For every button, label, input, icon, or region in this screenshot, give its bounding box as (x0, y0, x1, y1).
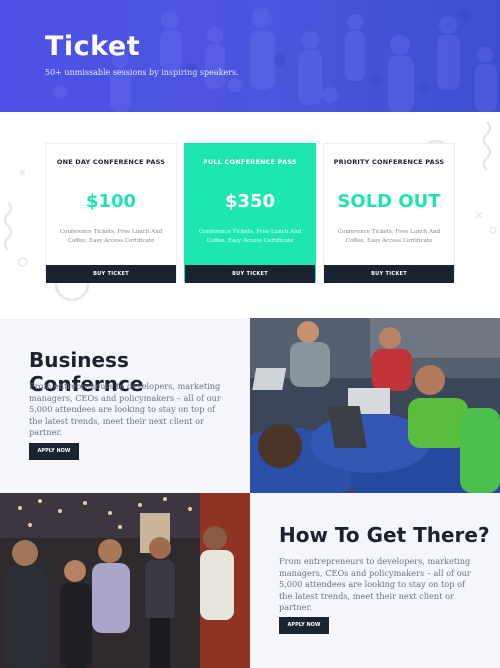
conference-attendees-photo (250, 318, 500, 493)
apply-now-button[interactable]: APPLY NOW (29, 443, 79, 460)
pricing-card-priority: PRIORITY CONFERENCE PASS SOLD OUT Confer… (323, 143, 455, 283)
buy-ticket-button[interactable]: BUY TICKET (46, 265, 176, 283)
card-description: Conference Tickets, Free Lunch And Coffe… (337, 229, 441, 244)
pricing-card-one-day: ONE DAY CONFERENCE PASS $100 Conference … (45, 143, 177, 283)
page-subtitle: 50+ unmissable sessions by inspiring spe… (45, 68, 239, 77)
card-title: ONE DAY CONFERENCE PASS (56, 158, 166, 166)
card-title: PRIORITY CONFERENCE PASS (333, 158, 445, 166)
how-to-get-there-section: How To Get There? From entrepreneurs to … (250, 493, 500, 668)
buy-ticket-button[interactable]: BUY TICKET (185, 265, 315, 283)
section-text: From entrepreneurs to developers, market… (29, 381, 221, 437)
pricing-card-full: FULL CONFERENCE PASS $350 Conference Tic… (184, 143, 316, 283)
card-price: $350 (224, 191, 276, 212)
page-title: Ticket (45, 31, 141, 62)
card-title: FULL CONFERENCE PASS (203, 158, 297, 166)
section-title: How To Get There? (279, 523, 490, 547)
card-description: Conference Tickets, Free Lunch And Coffe… (59, 229, 163, 244)
hero-banner: Ticket 50+ unmissable sessions by inspir… (0, 0, 500, 112)
card-description: Conference Tickets, Free Lunch And Coffe… (198, 229, 302, 244)
buy-ticket-button[interactable]: BUY TICKET (324, 265, 454, 283)
section-text: From entrepreneurs to developers, market… (279, 556, 471, 612)
pricing-section: ONE DAY CONFERENCE PASS $100 Conference … (0, 112, 500, 318)
apply-now-button[interactable]: APPLY NOW (279, 617, 329, 634)
business-conference-section: Business Confernce From entrepreneurs to… (0, 318, 250, 493)
street-crowd-photo (0, 493, 250, 668)
card-price: SOLD OUT (337, 191, 441, 212)
card-price: $100 (85, 191, 137, 212)
